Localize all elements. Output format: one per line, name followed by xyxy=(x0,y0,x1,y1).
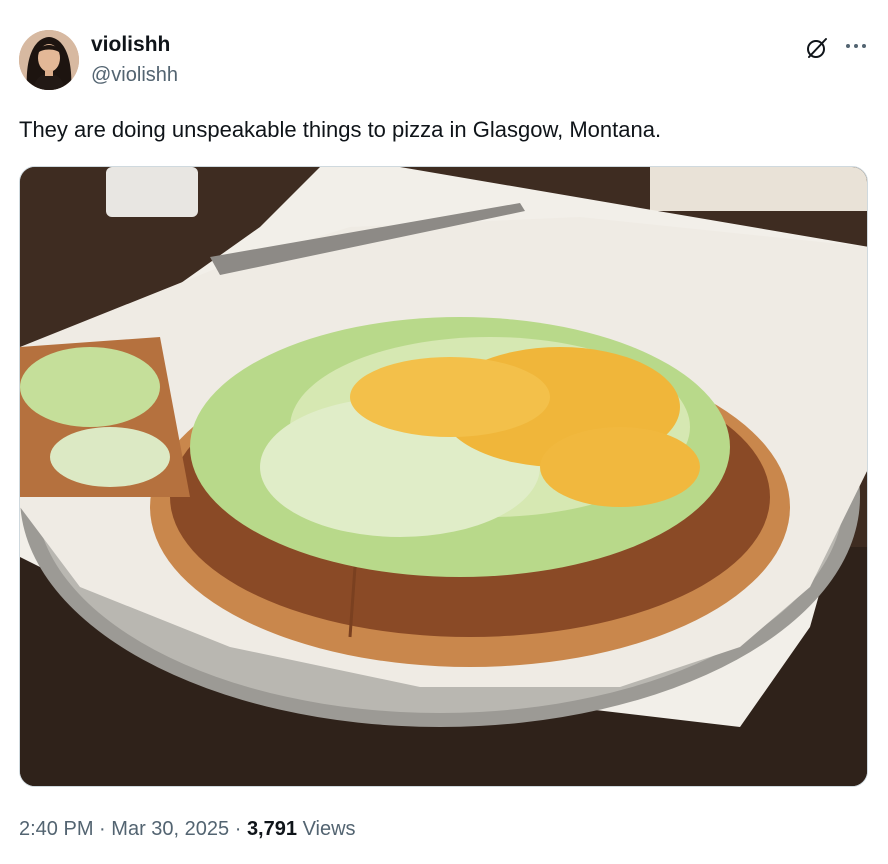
tweet-time[interactable]: 2:40 PM xyxy=(19,818,93,840)
tweet-meta: 2:40 PM · Mar 30, 2025 · 3,791 Views xyxy=(19,816,356,842)
tweet-text: They are doing unspeakable things to piz… xyxy=(19,117,662,142)
avatar-image xyxy=(19,30,79,90)
meta-separator: · xyxy=(99,818,106,840)
more-icon[interactable] xyxy=(843,34,869,58)
handle[interactable]: @violishh xyxy=(91,62,178,88)
views-label: Views xyxy=(302,818,356,840)
tweet-photo[interactable] xyxy=(19,166,868,787)
meta-separator: · xyxy=(234,818,242,840)
tweet-date[interactable]: Mar 30, 2025 xyxy=(111,818,229,840)
tweet: violishh @violishh They are doing unspea… xyxy=(0,0,888,864)
display-name[interactable]: violishh xyxy=(91,32,178,58)
grok-icon[interactable] xyxy=(805,36,829,60)
avatar[interactable] xyxy=(19,30,79,90)
pizza-photo xyxy=(20,167,867,786)
views-count: 3,791 xyxy=(246,818,297,840)
tweet-header: violishh @violishh xyxy=(19,30,869,90)
